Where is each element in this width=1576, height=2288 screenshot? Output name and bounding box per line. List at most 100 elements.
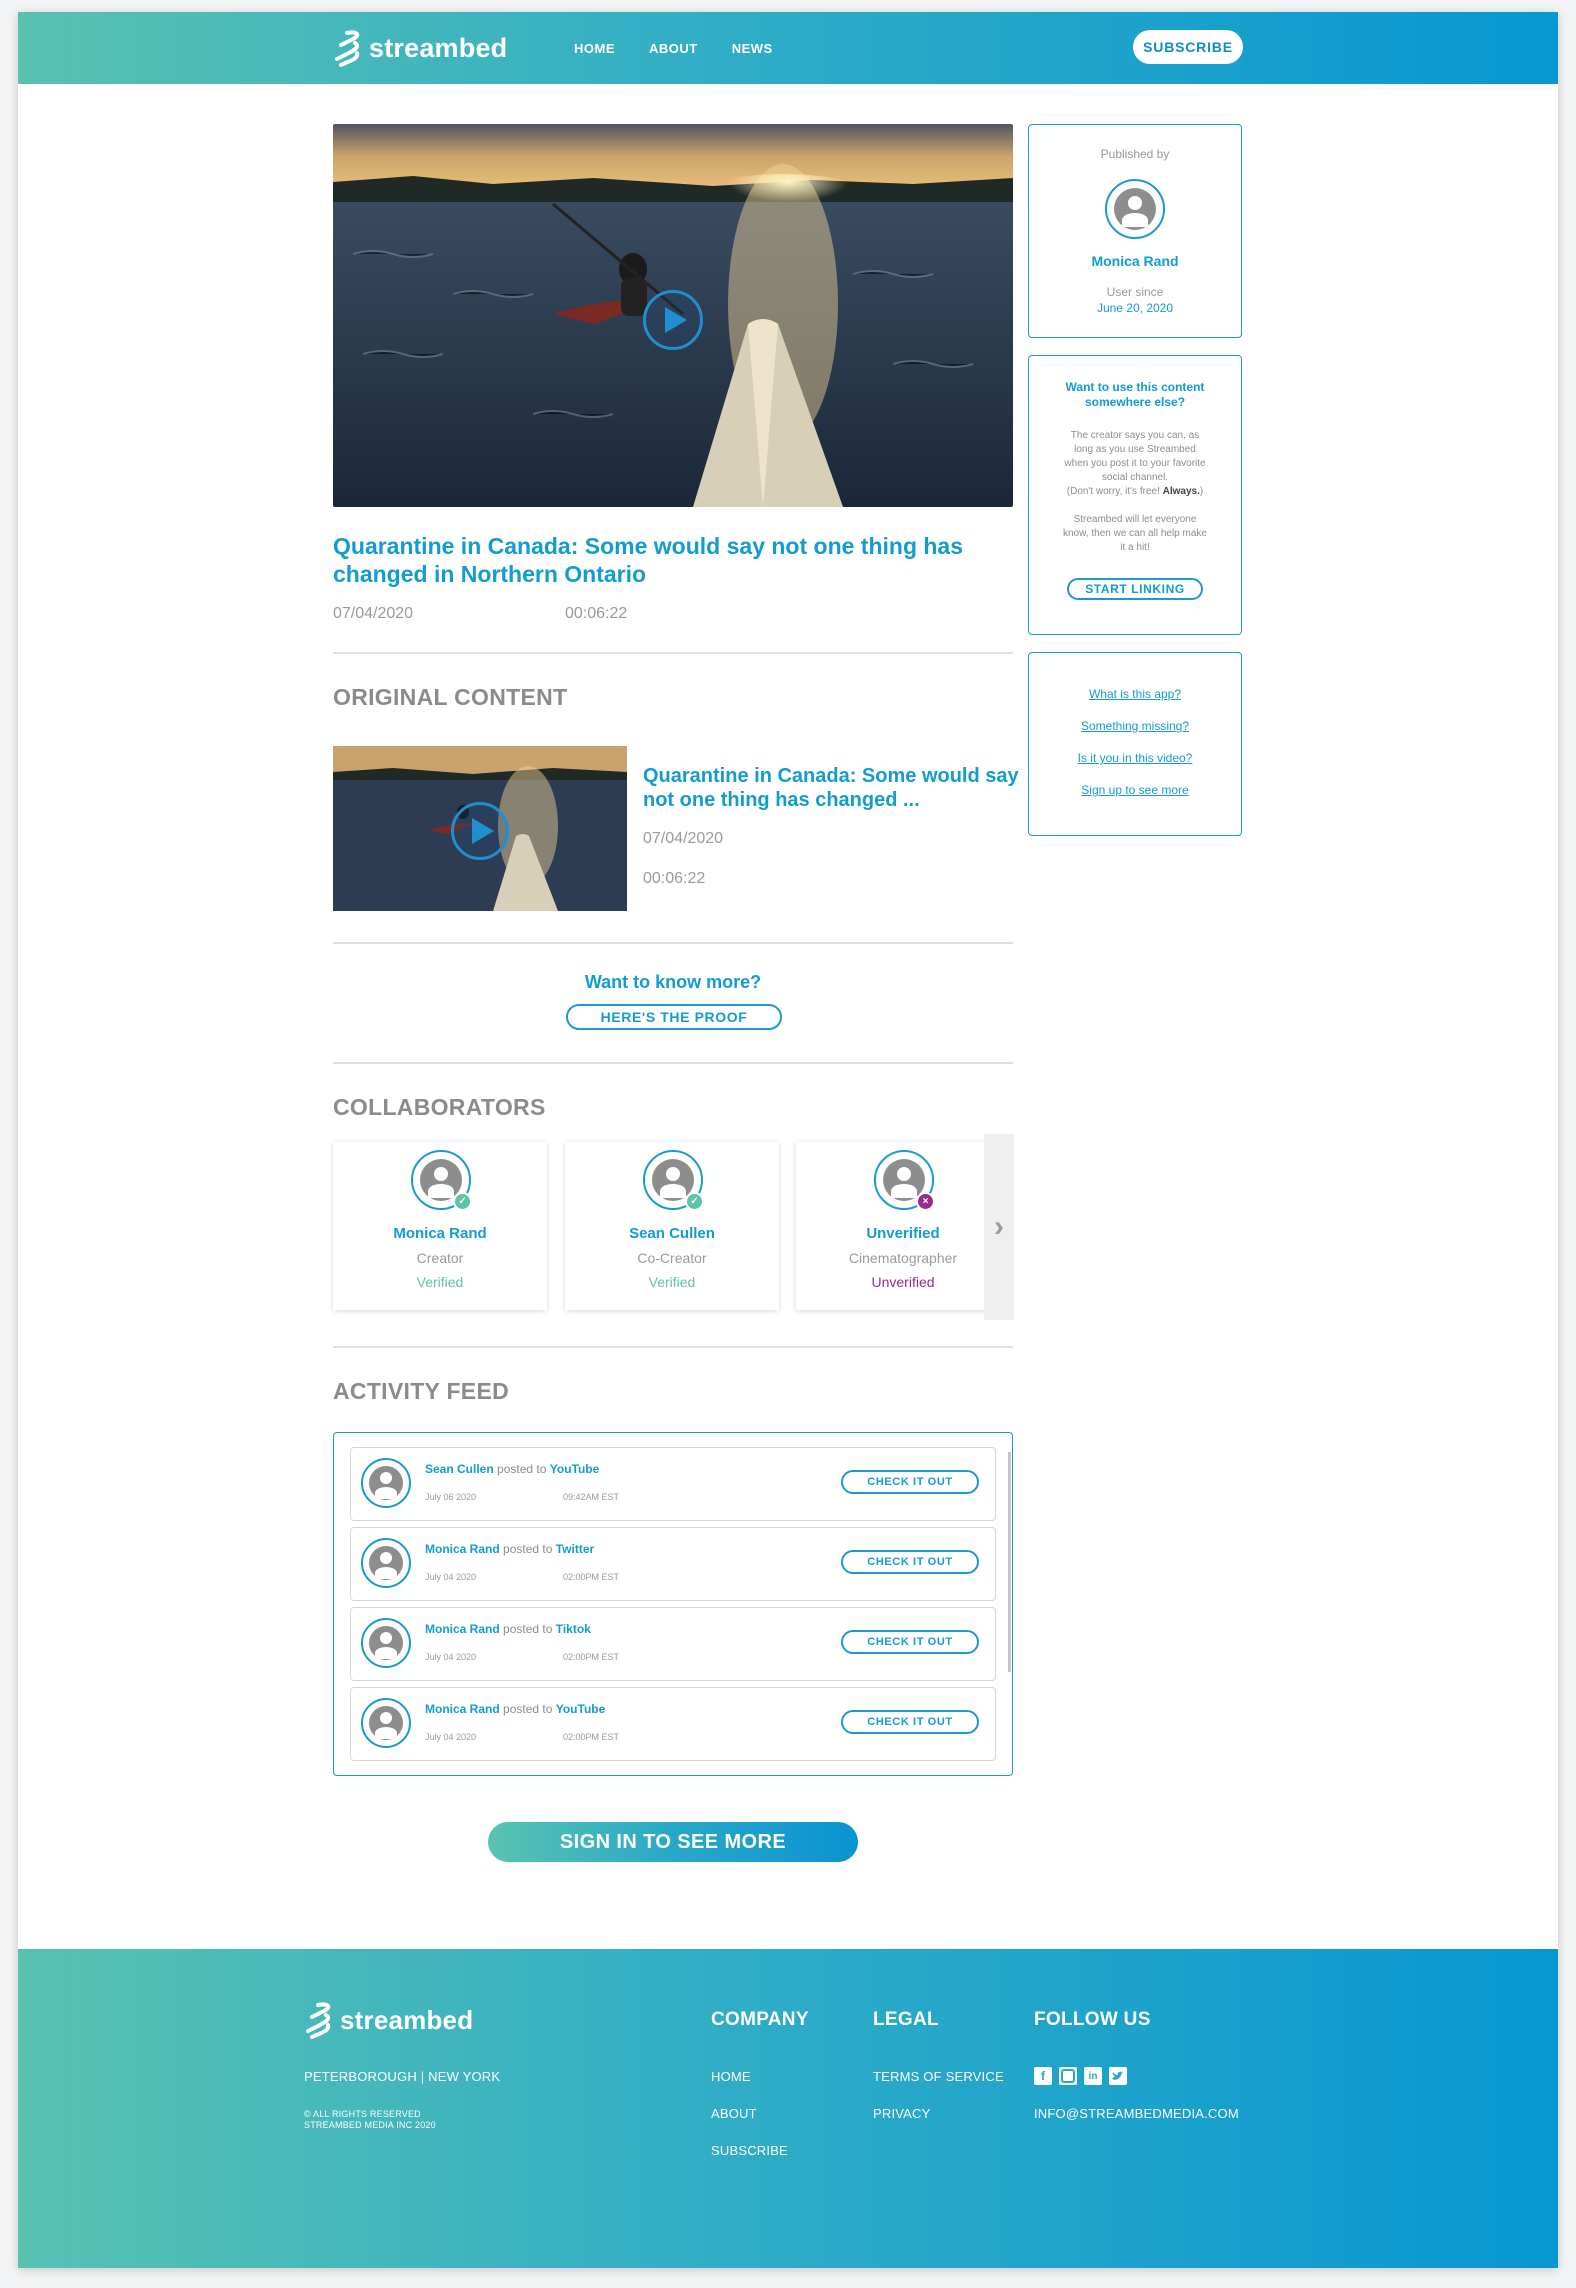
activity-item: Monica Rand posted to YouTube July 04 20… [350, 1687, 996, 1761]
divider [333, 652, 1013, 654]
divider [333, 1346, 1013, 1348]
feed-scrollbar[interactable] [1008, 1452, 1011, 1672]
activity-user[interactable]: Sean Cullen [425, 1462, 494, 1476]
twitter-icon[interactable] [1109, 2067, 1127, 2085]
collaborator-role: Creator [416, 1250, 464, 1266]
use-content-body: The creator says you can, as [1070, 430, 1200, 441]
activity-platform[interactable]: Tiktok [556, 1622, 591, 1636]
footer-link-terms[interactable]: TERMS OF SERVICE [873, 2069, 1004, 2084]
posted-to-text: posted to [497, 1462, 547, 1476]
collaborator-status: Verified [648, 1274, 696, 1290]
avatar [361, 1538, 411, 1588]
verified-check-icon: ✓ [453, 1192, 472, 1211]
footer-link-about[interactable]: ABOUT [711, 2106, 757, 2121]
avatar: × [874, 1150, 935, 1211]
check-it-out-button[interactable]: CHECK IT OUT [841, 1550, 979, 1574]
chevron-right-icon[interactable]: › [984, 1134, 1014, 1320]
activity-feed: Sean Cullen posted to YouTube July 06 20… [333, 1432, 1013, 1776]
activity-date: July 04 2020 [425, 1652, 477, 1662]
original-content-heading: ORIGINAL CONTENT [333, 684, 568, 710]
activity-item: Monica Rand posted to Twitter July 04 20… [350, 1527, 996, 1601]
activity-user[interactable]: Monica Rand [425, 1622, 500, 1636]
footer-link-home[interactable]: HOME [711, 2069, 751, 2084]
footer-company-heading: COMPANY [711, 2009, 809, 2030]
collaborator-name: Monica Rand [393, 1225, 487, 1242]
collaborator-card[interactable]: ✓ Monica Rand Creator Verified [333, 1142, 547, 1310]
footer-follow-heading: FOLLOW US [1034, 2009, 1151, 2030]
check-it-out-button[interactable]: CHECK IT OUT [841, 1470, 979, 1494]
nav-home[interactable]: HOME [574, 41, 615, 56]
subscribe-button[interactable]: SUBSCRIBE [1133, 30, 1243, 64]
heres-the-proof-button[interactable]: HERE'S THE PROOF [566, 1004, 782, 1030]
activity-item: Sean Cullen posted to YouTube July 06 20… [350, 1447, 996, 1521]
avatar [361, 1698, 411, 1748]
footer-logo[interactable]: streambed [304, 2001, 473, 2039]
activity-user[interactable]: Monica Rand [425, 1542, 500, 1556]
activity-text: Monica Rand posted to Twitter [425, 1542, 594, 1556]
logo-text: streambed [369, 32, 508, 63]
activity-platform[interactable]: Twitter [556, 1542, 594, 1556]
activity-time: 09:42AM EST [563, 1492, 620, 1502]
help-links-card: What is this app? Something missing? Is … [1028, 652, 1242, 836]
want-to-know-more-text: Want to know more? [584, 972, 762, 992]
use-content-body: it a hit! [1120, 542, 1150, 553]
instagram-icon[interactable] [1059, 2067, 1077, 2085]
nav-news[interactable]: NEWS [732, 41, 773, 56]
footer: streambed PETERBOROUGH | NEW YORK © ALL … [18, 1949, 1558, 2268]
footer-logo-text: streambed [340, 2004, 474, 2035]
use-content-title-1: Want to use this content [1065, 380, 1205, 394]
footer-link-subscribe[interactable]: SUBSCRIBE [711, 2143, 788, 2158]
is-it-you-link[interactable]: Is it you in this video? [1078, 751, 1193, 765]
posted-to-text: posted to [503, 1702, 553, 1716]
footer-company-name: STREAMBED MEDIA INC 2020 [304, 2120, 436, 2130]
help-link: Is it you in this video? [1029, 751, 1241, 765]
collaborator-status: Verified [416, 1274, 464, 1290]
original-video-thumbnail[interactable] [333, 746, 627, 911]
sign-up-link[interactable]: Sign up to see more [1081, 783, 1188, 797]
activity-date: July 04 2020 [425, 1572, 477, 1582]
nav-about[interactable]: ABOUT [649, 41, 698, 56]
what-is-this-app-link[interactable]: What is this app? [1089, 687, 1181, 701]
avatar [361, 1618, 411, 1668]
use-content-title-2: somewhere else? [1084, 395, 1186, 409]
activity-platform[interactable]: YouTube [550, 1462, 600, 1476]
avatar: ✓ [411, 1150, 472, 1211]
linkedin-icon[interactable]: in [1084, 2067, 1102, 2085]
check-it-out-button[interactable]: CHECK IT OUT [841, 1710, 979, 1734]
original-video-date: 07/04/2020 [643, 830, 724, 847]
video-player[interactable] [333, 124, 1013, 507]
activity-date: July 04 2020 [425, 1732, 477, 1742]
collaborator-card[interactable]: ✓ Sean Cullen Co-Creator Verified [565, 1142, 779, 1310]
collaborator-card[interactable]: × Unverified Cinematographer Unverified [796, 1142, 1010, 1310]
use-content-body: (Don't worry, it's free! Always.) [1066, 486, 1204, 497]
activity-item: Monica Rand posted to Tiktok July 04 202… [350, 1607, 996, 1681]
footer-legal-heading: LEGAL [873, 2009, 939, 2030]
author-name[interactable]: Monica Rand [1029, 253, 1241, 269]
streambed-logo[interactable]: streambed [333, 29, 507, 67]
activity-user[interactable]: Monica Rand [425, 1702, 500, 1716]
streambed-logo-icon [335, 30, 360, 67]
something-missing-link[interactable]: Something missing? [1081, 719, 1189, 733]
use-content-body: long as you use Streambed [1074, 444, 1196, 455]
video-date: 07/04/2020 [333, 605, 414, 622]
facebook-icon[interactable]: f [1034, 2067, 1052, 2085]
start-linking-button[interactable]: START LINKING [1067, 578, 1203, 600]
sign-in-button[interactable]: SIGN IN TO SEE MORE [488, 1822, 858, 1862]
divider [333, 942, 1013, 944]
collaborator-status: Unverified [871, 1274, 935, 1290]
streambed-logo-icon [306, 2002, 331, 2039]
original-video-duration: 00:06:22 [643, 870, 706, 887]
footer-location: PETERBOROUGH | NEW YORK [304, 2069, 501, 2084]
verified-check-icon: ✓ [685, 1192, 704, 1211]
play-icon[interactable] [451, 802, 509, 860]
posted-to-text: posted to [503, 1542, 553, 1556]
activity-date: July 06 2020 [425, 1492, 477, 1502]
footer-link-privacy[interactable]: PRIVACY [873, 2106, 931, 2121]
activity-platform[interactable]: YouTube [556, 1702, 606, 1716]
play-icon[interactable] [643, 290, 703, 350]
check-it-out-button[interactable]: CHECK IT OUT [841, 1630, 979, 1654]
footer-rights: © ALL RIGHTS RESERVED [304, 2109, 421, 2119]
footer-email[interactable]: INFO@STREAMBEDMEDIA.COM [1034, 2106, 1239, 2121]
original-video-title[interactable]: Quarantine in Canada: Some would say not… [643, 764, 1023, 812]
author-avatar[interactable] [1105, 179, 1165, 239]
